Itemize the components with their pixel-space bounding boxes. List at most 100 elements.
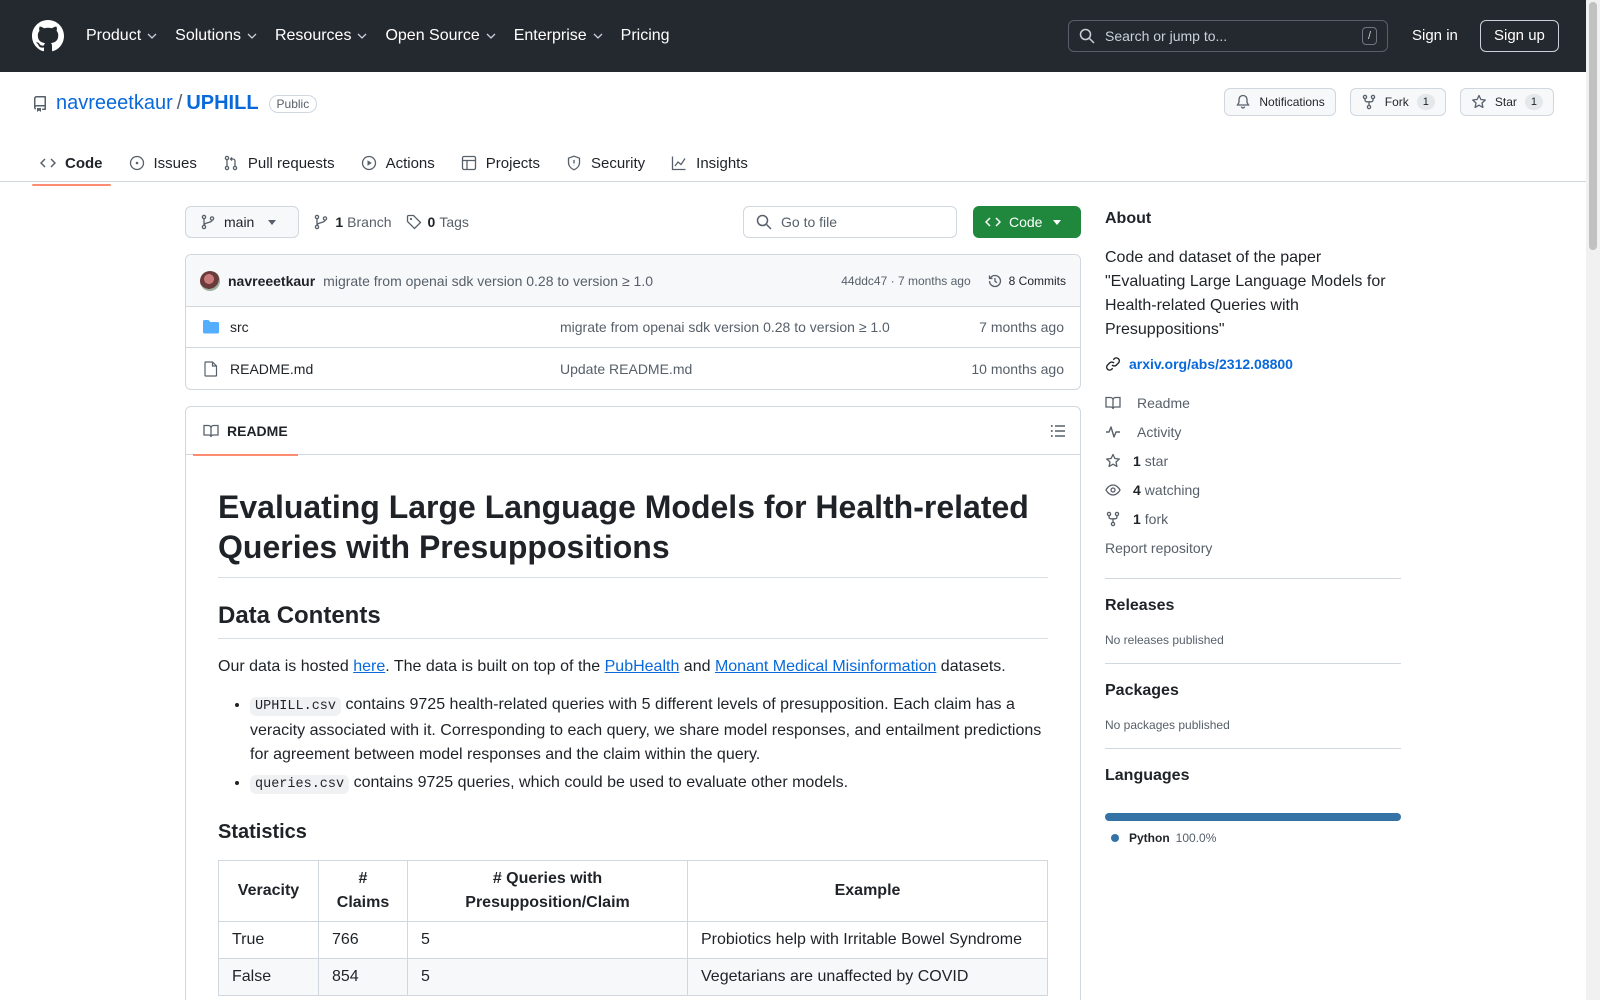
table-row: False 854 5 Vegetarians are unaffected b… [218,958,1048,996]
tab-insights[interactable]: Insights [663,144,756,182]
search-input[interactable]: Search or jump to... / [1068,20,1388,52]
file-row[interactable]: README.md Update README.md 10 months ago [186,348,1080,389]
file-commit-message[interactable]: Update README.md [560,361,971,377]
table-cell: 854 [318,958,408,996]
branches-link[interactable]: 1 Branch [313,214,392,230]
file-name-link[interactable]: README.md [230,361,560,377]
tab-label: Code [65,154,103,172]
list-icon[interactable] [1050,423,1066,439]
commit-sha-time[interactable]: 44ddc47 · 7 months ago [841,274,970,288]
para-text: and [679,658,715,675]
sidebar-item-stars[interactable]: 1 star [1105,446,1401,475]
table-cell: 5 [407,958,688,996]
file-icon [204,360,218,377]
code-dropdown-button[interactable]: Code [973,206,1081,238]
star-label: Star [1494,95,1517,109]
readme-tab[interactable]: README [193,407,298,456]
file-commit-message[interactable]: migrate from openai sdk version 0.28 to … [560,319,979,335]
commit-message-link[interactable]: migrate from openai sdk version 0.28 to … [323,273,653,289]
tab-security[interactable]: Security [558,144,653,182]
readme-title: Evaluating Large Language Models for Hea… [218,487,1048,578]
sidebar-item-watching[interactable]: 4 watching [1105,475,1401,504]
list-item-text: contains 9725 health-related queries wit… [250,696,1042,763]
go-to-file-placeholder: Go to file [781,214,838,230]
sign-in-link[interactable]: Sign in [1412,27,1458,44]
sidebar-item-forks[interactable]: 1 fork [1105,504,1401,533]
github-logo-icon[interactable] [32,20,64,52]
table-cell: True [218,921,319,959]
go-to-file-input[interactable]: Go to file [743,206,957,238]
chevron-down-icon [486,33,496,39]
tab-actions[interactable]: Actions [353,144,443,182]
tab-pull-requests[interactable]: Pull requests [215,144,343,182]
nav-pricing[interactable]: Pricing [621,27,670,45]
star-icon [1106,453,1120,467]
commit-author-link[interactable]: navreeetkaur [228,273,315,289]
tab-projects[interactable]: Projects [453,144,548,182]
global-header: Product Solutions Resources Open Source … [0,0,1600,72]
branch-select-button[interactable]: main [185,206,300,238]
sidebar-item-label: Readme [1137,394,1190,411]
tabs-divider [0,181,1600,182]
sign-up-button[interactable]: Sign up [1480,20,1559,52]
language-percent: 100.0% [1175,831,1217,845]
caret-down-icon [268,219,277,225]
tab-label: Actions [385,154,435,172]
table-header-row: Veracity # Claims # Queries with Presupp… [218,860,1048,922]
packages-heading[interactable]: Packages [1105,682,1401,700]
data-files-list: UPHILL.csv contains 9725 health-related … [218,693,1048,797]
shield-icon [567,155,581,171]
table-header-cell: Veracity [218,860,319,922]
file-name-link[interactable]: src [230,319,560,335]
notifications-button[interactable]: Notifications [1224,88,1336,116]
nav-label: Enterprise [513,27,587,44]
repo-name-link[interactable]: UPHILL [186,92,258,115]
report-repository-link[interactable]: Report repository [1105,533,1401,562]
nav-open-source[interactable]: Open Source [385,27,496,45]
tags-link[interactable]: 0 Tags [406,214,469,230]
table-row: True 766 5 Probiotics help with Irritabl… [218,921,1048,959]
eye-icon [1105,483,1121,496]
scrollbar-thumb[interactable] [1589,2,1597,250]
monant-link[interactable]: Monant Medical Misinformation [715,658,936,675]
star-button[interactable]: Star 1 [1459,88,1554,116]
search-placeholder: Search or jump to... [1105,28,1228,44]
nav-label: Product [86,27,142,44]
repo-owner-link[interactable]: navreeetkaur [56,92,173,115]
notifications-label: Notifications [1259,95,1325,109]
sidebar-item-readme[interactable]: Readme [1105,388,1401,417]
pubhealth-link[interactable]: PubHealth [605,658,680,675]
sidebar-item-label: star [1144,452,1169,469]
sidebar-item-activity[interactable]: Activity [1105,417,1401,446]
tab-code[interactable]: Code [32,144,111,186]
code-icon [40,158,56,168]
nav-resources[interactable]: Resources [275,27,367,45]
here-link[interactable]: here [353,658,385,675]
fork-button[interactable]: Fork 1 [1349,88,1446,116]
tab-issues[interactable]: Issues [121,144,205,182]
file-age: 7 months ago [979,319,1064,335]
repo-actions: Notifications Fork 1 Star 1 [1210,88,1554,116]
nav-enterprise[interactable]: Enterprise [514,27,603,45]
link-icon [1106,357,1120,371]
avatar[interactable] [200,270,220,291]
homepage-link[interactable]: arxiv.org/abs/2312.08800 [1105,356,1401,372]
book-icon [203,424,219,438]
file-row[interactable]: src migrate from openai sdk version 0.28… [186,307,1080,348]
visibility-badge: Public [268,94,318,113]
branch-label: Branch [347,214,392,230]
inline-code: UPHILL.csv [250,697,342,716]
nav-solutions[interactable]: Solutions [175,27,257,45]
pulse-icon [1106,425,1120,438]
releases-heading[interactable]: Releases [1105,597,1401,615]
nav-label: Solutions [175,27,241,44]
latest-commit-row: navreeetkaur migrate from openai sdk ver… [186,255,1080,307]
table-header-cell: # Claims [318,860,408,922]
page-scrollbar[interactable] [1586,0,1600,1000]
table-cell: False [218,958,319,996]
nav-product[interactable]: Product [86,27,157,45]
branch-count: 1 [335,214,344,230]
commits-history-link[interactable]: 8 Commits [987,273,1066,289]
language-item[interactable]: Python 100.0% [1105,831,1401,845]
para-text: datasets. [936,658,1006,675]
